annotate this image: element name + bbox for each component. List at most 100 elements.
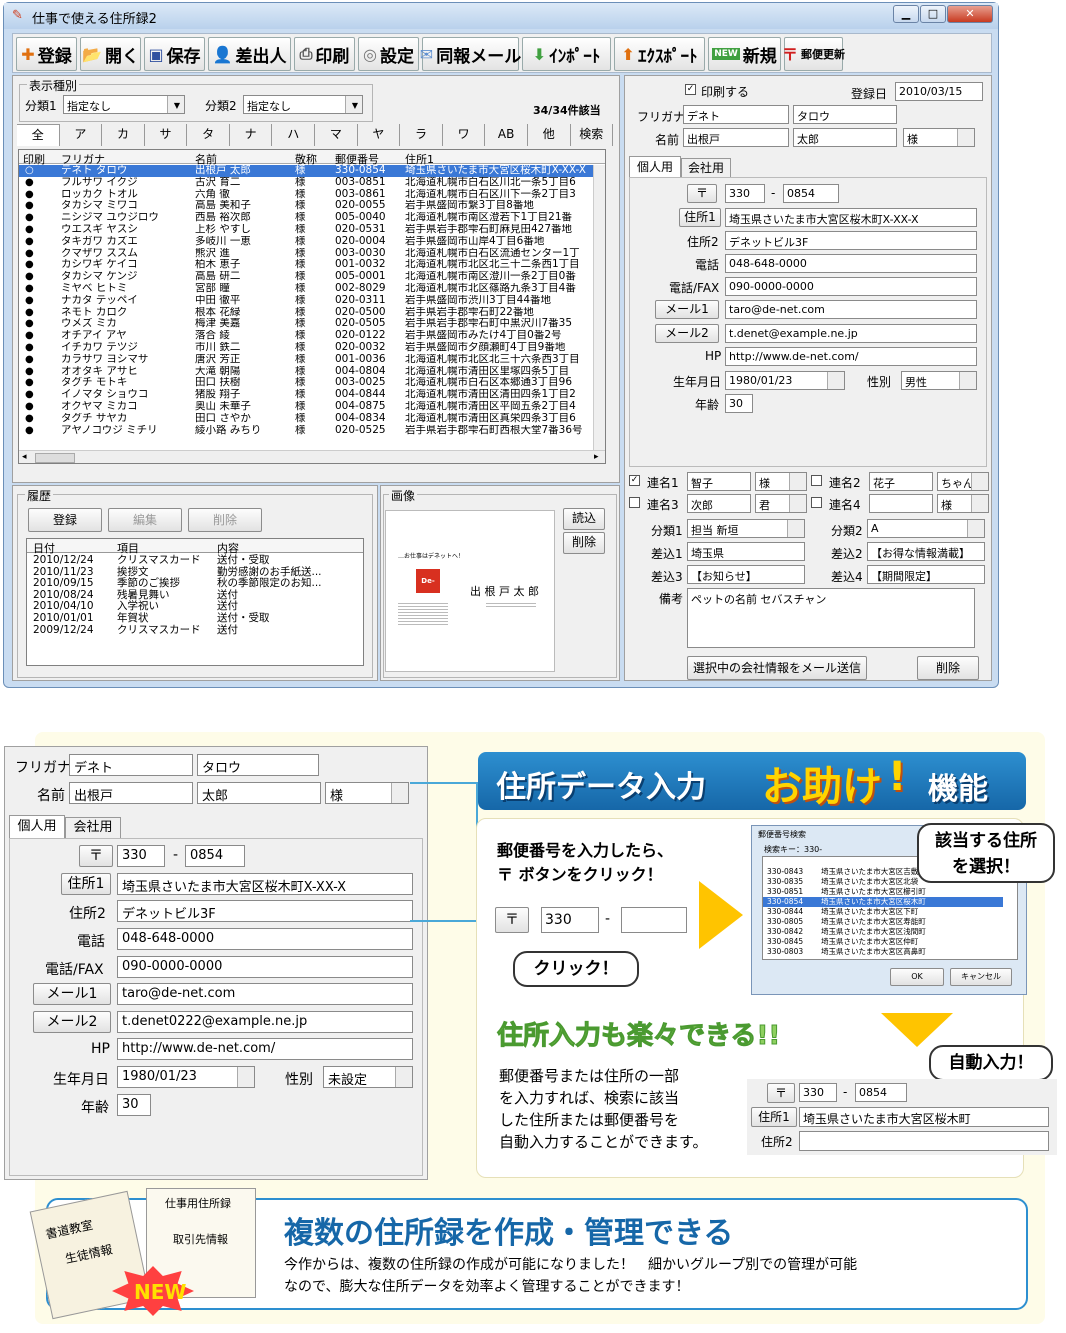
honorific-select[interactable]: 様 bbox=[903, 128, 975, 147]
joint2-honorific[interactable]: ちゃん bbox=[937, 472, 989, 491]
table-row[interactable]: ● フルサワ イクジ 古沢 育二 様 003-0851 北海道札幌市白石区川北一条5丁目6 bbox=[19, 177, 605, 189]
table-row[interactable]: ● ウメズ ミカ 梅津 美嘉 様 020-0505 岩手県岩手郡雫石町中黒沢川7番35 bbox=[19, 318, 605, 330]
postal-button[interactable]: 〒 bbox=[687, 184, 717, 203]
zoom-mail1-button[interactable]: メール1 bbox=[33, 983, 111, 1005]
toolbar-button-6[interactable]: ✉ 同報メール bbox=[420, 37, 521, 71]
addr2-field[interactable]: デネットビル3F bbox=[725, 231, 977, 250]
table-row[interactable]: ● タカシマ ケンジ 高島 研二 様 005-0001 北海道札幌市南区澄川一条2丁目0番 bbox=[19, 271, 605, 283]
kana-tab-11[interactable]: AB bbox=[485, 124, 528, 146]
zoom-name-first[interactable]: 太郎 bbox=[197, 782, 321, 804]
kana-tab-9[interactable]: ラ bbox=[400, 124, 443, 146]
tab-company[interactable]: 会社用 bbox=[681, 158, 731, 178]
zoom-hp[interactable]: http://www.de-net.com/ bbox=[117, 1038, 413, 1060]
zoom-tab-personal[interactable]: 個人用 bbox=[9, 815, 65, 839]
zoom-name-last[interactable]: 出根戸 bbox=[69, 782, 193, 804]
zoom-age[interactable]: 30 bbox=[117, 1094, 151, 1116]
reg-date-field[interactable]: 2010/03/15 bbox=[895, 82, 983, 101]
table-row[interactable]: ○ テネト タロウ 出根戸 太郎 様 330-0854 埼玉県さいたま市大宮区桜木町X-X… bbox=[19, 165, 605, 177]
cat2-select[interactable]: 指定なし ▼ bbox=[243, 95, 363, 114]
table-row[interactable]: ● タグチ モトキ 田口 扶樹 様 003-0025 北海道札幌市白石区本郷通3丁目96 bbox=[19, 377, 605, 389]
cat1-select[interactable]: 担当 新垣 bbox=[687, 519, 805, 538]
table-row[interactable]: ● ミヤベ ヒトミ 宮部 瞳 様 002-8029 北海道札幌市北区篠路九条3丁目4番 bbox=[19, 283, 605, 295]
name-first[interactable]: 太郎 bbox=[793, 128, 897, 147]
zoom-fax[interactable]: 090-0000-0000 bbox=[117, 956, 413, 978]
furigana-first[interactable]: タロウ bbox=[793, 105, 897, 124]
fax-field[interactable]: 090-0000-0000 bbox=[725, 277, 977, 296]
kana-tab-6[interactable]: ハ bbox=[272, 124, 316, 146]
ins2-field[interactable]: 【お得な情報満載】 bbox=[867, 542, 985, 561]
toolbar-button-4[interactable]: ⎙ 印刷 bbox=[294, 37, 355, 71]
auto-addr2[interactable] bbox=[799, 1131, 1049, 1151]
zoom-sex[interactable]: 未設定 bbox=[323, 1066, 413, 1088]
furigana-last[interactable]: デネト bbox=[683, 105, 789, 124]
minimize-button[interactable]: ▁ bbox=[893, 5, 919, 23]
table-row[interactable]: ● カラサワ ヨシマサ 唐沢 芳正 様 001-0036 北海道札幌市北区北三十六条西3丁… bbox=[19, 354, 605, 366]
zoom-postal-button[interactable]: 〒 bbox=[79, 845, 113, 867]
kana-tab-1[interactable]: ア bbox=[60, 124, 103, 146]
cat1-select[interactable]: 指定なし ▼ bbox=[63, 95, 185, 114]
joint2-field[interactable]: 花子 bbox=[869, 472, 933, 491]
zoom-addr1-button[interactable]: 住所1 bbox=[61, 873, 111, 895]
list-item[interactable]: 330-0845 埼玉県さいたま市大宮区仲町 bbox=[763, 937, 1003, 947]
kana-tab-4[interactable]: タ bbox=[187, 124, 230, 146]
name-last[interactable]: 出根戸 bbox=[683, 128, 789, 147]
kana-tab-10[interactable]: ワ bbox=[443, 124, 486, 146]
note-field[interactable]: ペットの名前 セバスチャン bbox=[687, 588, 975, 648]
list-item[interactable]: 330-0854 埼玉県さいたま市大宮区桜木町 bbox=[763, 897, 1003, 907]
sex-select[interactable]: 男性 bbox=[901, 371, 977, 390]
joint4-checkbox[interactable] bbox=[811, 497, 822, 508]
mail2-field[interactable]: t.denet@example.ne.jp bbox=[725, 324, 977, 343]
joint4-honorific[interactable]: 様 bbox=[937, 494, 989, 513]
joint1-honorific[interactable]: 様 bbox=[755, 472, 807, 491]
joint2-checkbox[interactable] bbox=[811, 475, 822, 486]
kana-tab-12[interactable]: 他 bbox=[528, 124, 571, 146]
table-row[interactable]: ● ロッカク トオル 六角 徹 様 003-0861 北海道札幌市白石区川下一条2丁目3 bbox=[19, 189, 605, 201]
table-row[interactable]: ● クマザワ ススム 熊沢 進 様 003-0030 北海道札幌市白石区流通センター1丁 bbox=[19, 248, 605, 260]
ins4-field[interactable]: 【期間限定】 bbox=[867, 565, 985, 584]
zoom-tab-company[interactable]: 会社用 bbox=[65, 817, 121, 839]
zoom-addr1[interactable]: 埼玉県さいたま市大宮区桜木町X-XX-X bbox=[117, 873, 413, 895]
kana-tab-8[interactable]: ヤ bbox=[358, 124, 401, 146]
zoom-tel[interactable]: 048-648-0000 bbox=[117, 928, 413, 950]
joint1-checkbox[interactable]: ✓ bbox=[629, 475, 640, 486]
table-row[interactable]: ● イノマタ ショウコ 猪股 翔子 様 004-0844 北海道札幌市清田区清田四条1丁目… bbox=[19, 389, 605, 401]
history-list[interactable]: 日付 項目 内容 2010/12/24 クリスマスカード 送付・受取 2010/11/23… bbox=[26, 538, 364, 666]
kana-tab-2[interactable]: カ bbox=[102, 124, 145, 146]
kana-tab-0[interactable]: 全 bbox=[17, 124, 60, 146]
list-item[interactable]: 330-0851 埼玉県さいたま市大宮区櫛引町 bbox=[763, 887, 1003, 897]
hp-field[interactable]: http://www.de-net.com/ bbox=[725, 347, 977, 366]
image-delete-button[interactable]: 削除 bbox=[563, 532, 605, 554]
vertical-scrollbar[interactable] bbox=[593, 165, 605, 450]
zoom-zip1[interactable]: 330 bbox=[117, 845, 165, 867]
print-checkbox[interactable]: ✓ bbox=[685, 84, 696, 95]
ins3-field[interactable]: 【お知らせ】 bbox=[687, 565, 805, 584]
zoom-mail1[interactable]: taro@de-net.com bbox=[117, 983, 413, 1005]
list-item[interactable]: 330-0805 埼玉県さいたま市大宮区寿能町 bbox=[763, 917, 1003, 927]
kana-tab-5[interactable]: ナ bbox=[230, 124, 273, 146]
table-row[interactable]: ● タグチ サヤカ 田口 さやか 様 004-0834 北海道札幌市清田区真栄四条3丁目6 bbox=[19, 413, 605, 425]
zoom-furigana-first[interactable]: タロウ bbox=[197, 754, 319, 776]
joint3-honorific[interactable]: 君 bbox=[755, 494, 807, 513]
toolbar-button-1[interactable]: 📂 開く bbox=[80, 37, 141, 71]
mail1-field[interactable]: taro@de-net.com bbox=[725, 300, 977, 319]
feature1-postal-button[interactable]: 〒 bbox=[495, 907, 529, 933]
tel-field[interactable]: 048-648-0000 bbox=[725, 254, 977, 273]
addr1-button[interactable]: 住所1 bbox=[679, 208, 721, 227]
zoom-furigana-last[interactable]: デネト bbox=[69, 754, 193, 776]
mail1-button[interactable]: メール1 bbox=[655, 300, 719, 319]
table-row[interactable]: ● ネモト カロク 根本 花緑 様 020-0500 岩手県岩手郡雫石町22番地 bbox=[19, 307, 605, 319]
table-row[interactable]: ● イチカワ テツジ 市川 鉄二 様 020-0032 岩手県盛岡市夕顔瀬町4丁目9番地 bbox=[19, 342, 605, 354]
list-item[interactable]: 330-0842 埼玉県さいたま市大宮区浅間町 bbox=[763, 927, 1003, 937]
address-grid[interactable]: 印刷 フリガナ 名前 敬称 郵便番号 住所1 ◂ ▸ ○ テネト タロウ 出根戸 太郎様 330… bbox=[18, 149, 606, 464]
history-register-button[interactable]: 登録 bbox=[28, 508, 102, 532]
toolbar-button-8[interactable]: ⬆ ｴｸｽﾎﾟｰﾄ bbox=[614, 37, 705, 71]
joint3-field[interactable]: 次郎 bbox=[687, 494, 751, 513]
toolbar-button-3[interactable]: 👤 差出人 bbox=[208, 37, 291, 71]
table-row[interactable]: ● ウエスギ ヤスシ 上杉 やすし 様 020-0531 岩手県岩手郡雫石町麻見田427番… bbox=[19, 224, 605, 236]
zip1-field[interactable]: 330 bbox=[725, 184, 765, 203]
mail2-button[interactable]: メール2 bbox=[655, 324, 719, 343]
image-load-button[interactable]: 読込 bbox=[563, 508, 605, 530]
auto-zip1[interactable]: 330 bbox=[799, 1083, 837, 1102]
zoom-honorific[interactable]: 様 bbox=[325, 782, 409, 804]
feature1-zip2[interactable] bbox=[621, 907, 687, 933]
